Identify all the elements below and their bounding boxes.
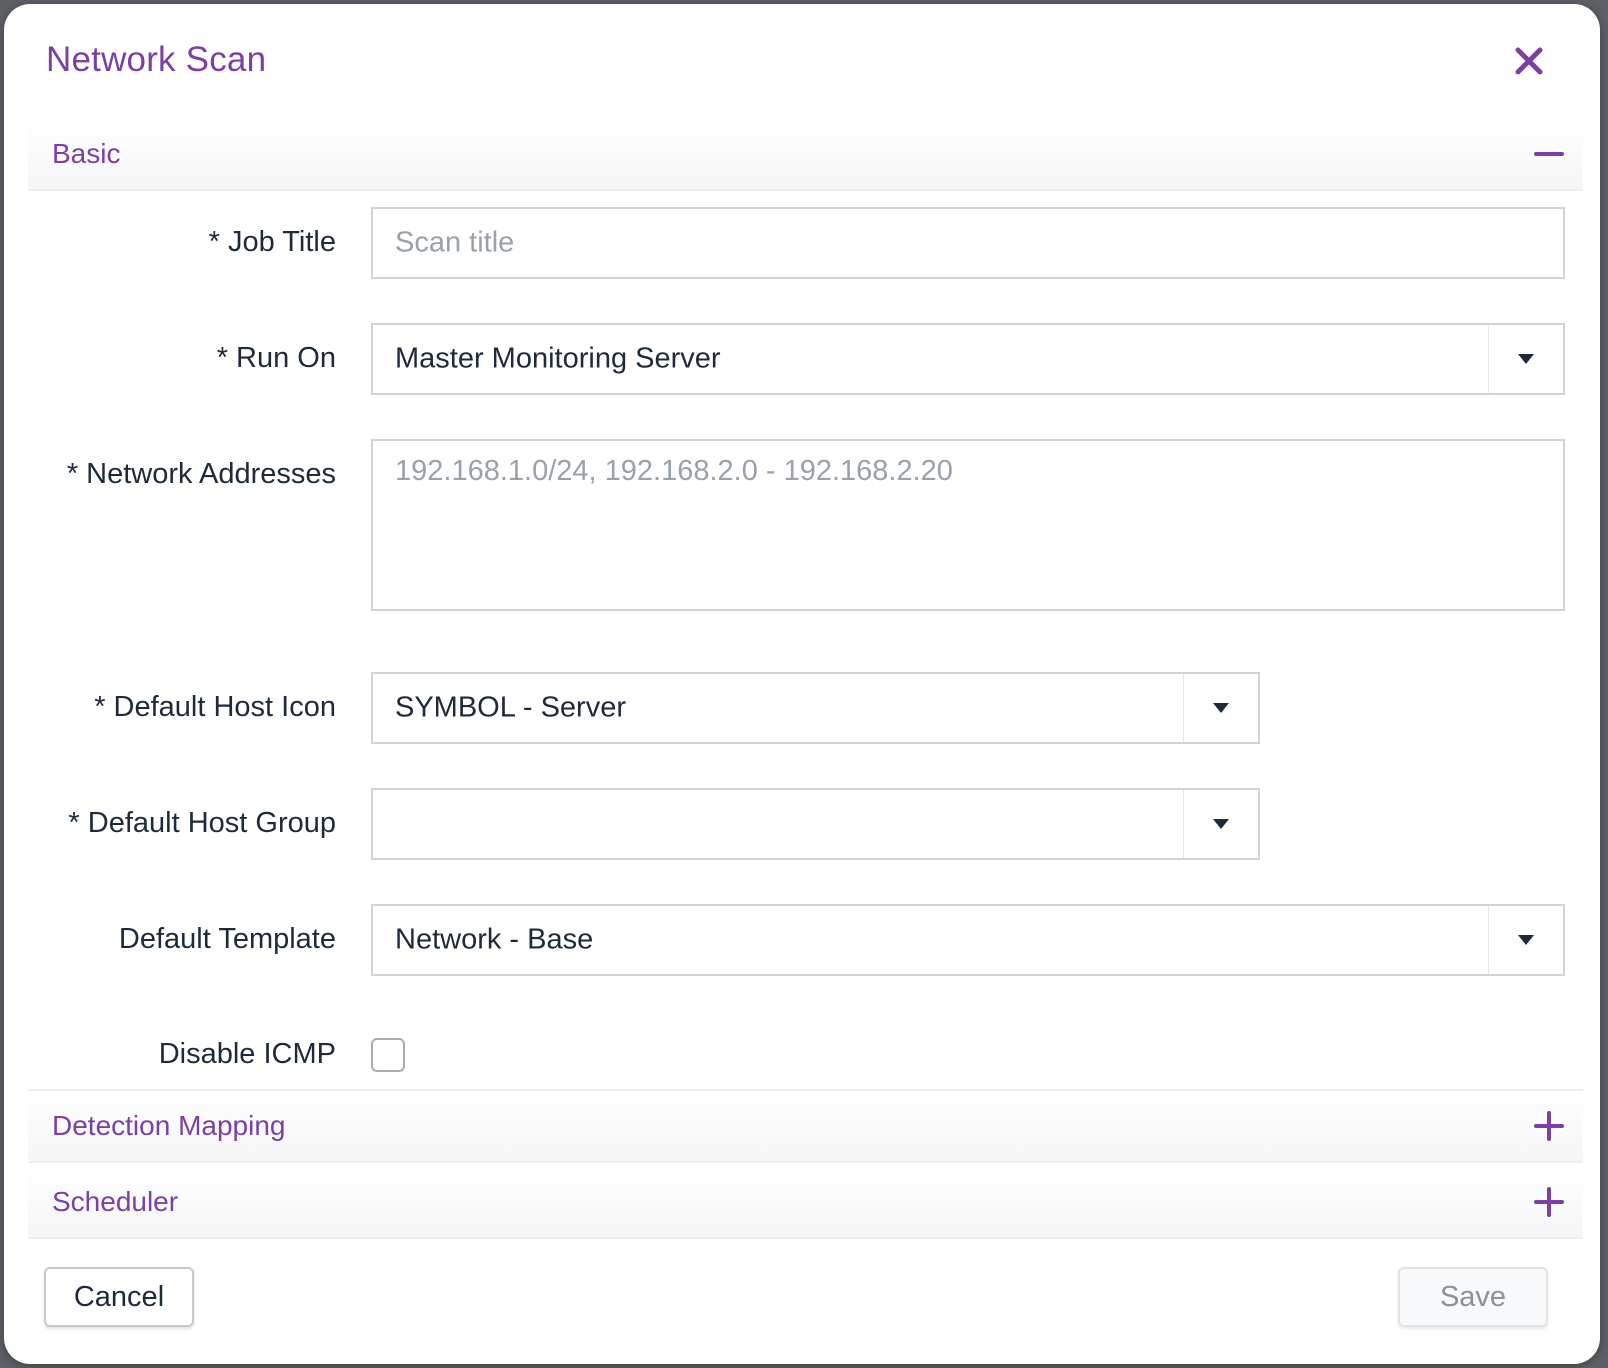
default-host-group-select[interactable]	[371, 788, 1260, 860]
network-addresses-placeholder: 192.168.1.0/24, 192.168.2.0 - 192.168.2.…	[395, 455, 953, 487]
network-scan-dialog: Network Scan Basic * Job Title Scan titl…	[4, 4, 1600, 1364]
save-button[interactable]: Save	[1398, 1267, 1548, 1327]
default-host-group-dropdown-toggle[interactable]	[1183, 790, 1258, 858]
default-template-label: Default Template	[118, 923, 336, 955]
run-on-select[interactable]: Master Monitoring Server	[371, 323, 1565, 395]
run-on-label: * Run On	[216, 342, 336, 374]
section-detection-mapping-label: Detection Mapping	[52, 1110, 286, 1141]
plus-icon	[1534, 1187, 1564, 1217]
default-template-dropdown-toggle[interactable]	[1488, 906, 1563, 974]
run-on-value: Master Monitoring Server	[395, 342, 721, 375]
collapse-basic-button[interactable]	[1533, 138, 1565, 170]
default-host-icon-label: * Default Host Icon	[94, 691, 336, 723]
default-host-icon-select[interactable]: SYMBOL - Server	[371, 672, 1260, 744]
caret-down-icon	[1518, 935, 1534, 945]
caret-down-icon	[1213, 703, 1229, 713]
minus-icon	[1534, 152, 1564, 156]
job-title-input[interactable]: Scan title	[371, 207, 1565, 279]
expand-detection-mapping-button[interactable]	[1533, 1110, 1565, 1142]
run-on-dropdown-toggle[interactable]	[1488, 325, 1563, 393]
section-basic-label: Basic	[52, 138, 121, 169]
job-title-label: * Job Title	[208, 226, 336, 258]
default-template-select[interactable]: Network - Base	[371, 904, 1565, 976]
caret-down-icon	[1213, 819, 1229, 829]
close-icon	[1515, 47, 1543, 75]
section-basic-header[interactable]: Basic	[28, 119, 1583, 191]
dialog-title: Network Scan	[46, 40, 267, 79]
close-button[interactable]	[1510, 42, 1548, 80]
default-host-icon-dropdown-toggle[interactable]	[1183, 674, 1258, 742]
network-addresses-label: * Network Addresses	[66, 458, 336, 490]
default-host-icon-value: SYMBOL - Server	[395, 691, 626, 724]
disable-icmp-checkbox[interactable]	[371, 1038, 405, 1072]
plus-icon	[1534, 1111, 1564, 1141]
section-detection-mapping-header[interactable]: Detection Mapping	[28, 1089, 1583, 1163]
job-title-placeholder: Scan title	[395, 226, 515, 259]
expand-scheduler-button[interactable]	[1533, 1186, 1565, 1218]
network-addresses-textarea[interactable]: 192.168.1.0/24, 192.168.2.0 - 192.168.2.…	[371, 439, 1565, 611]
section-scheduler-label: Scheduler	[52, 1186, 179, 1217]
disable-icmp-label: Disable ICMP	[158, 1038, 336, 1070]
caret-down-icon	[1518, 354, 1534, 364]
default-template-value: Network - Base	[395, 923, 594, 956]
default-host-group-label: * Default Host Group	[68, 807, 336, 839]
section-scheduler-header[interactable]: Scheduler	[28, 1167, 1583, 1239]
cancel-button[interactable]: Cancel	[44, 1267, 194, 1327]
